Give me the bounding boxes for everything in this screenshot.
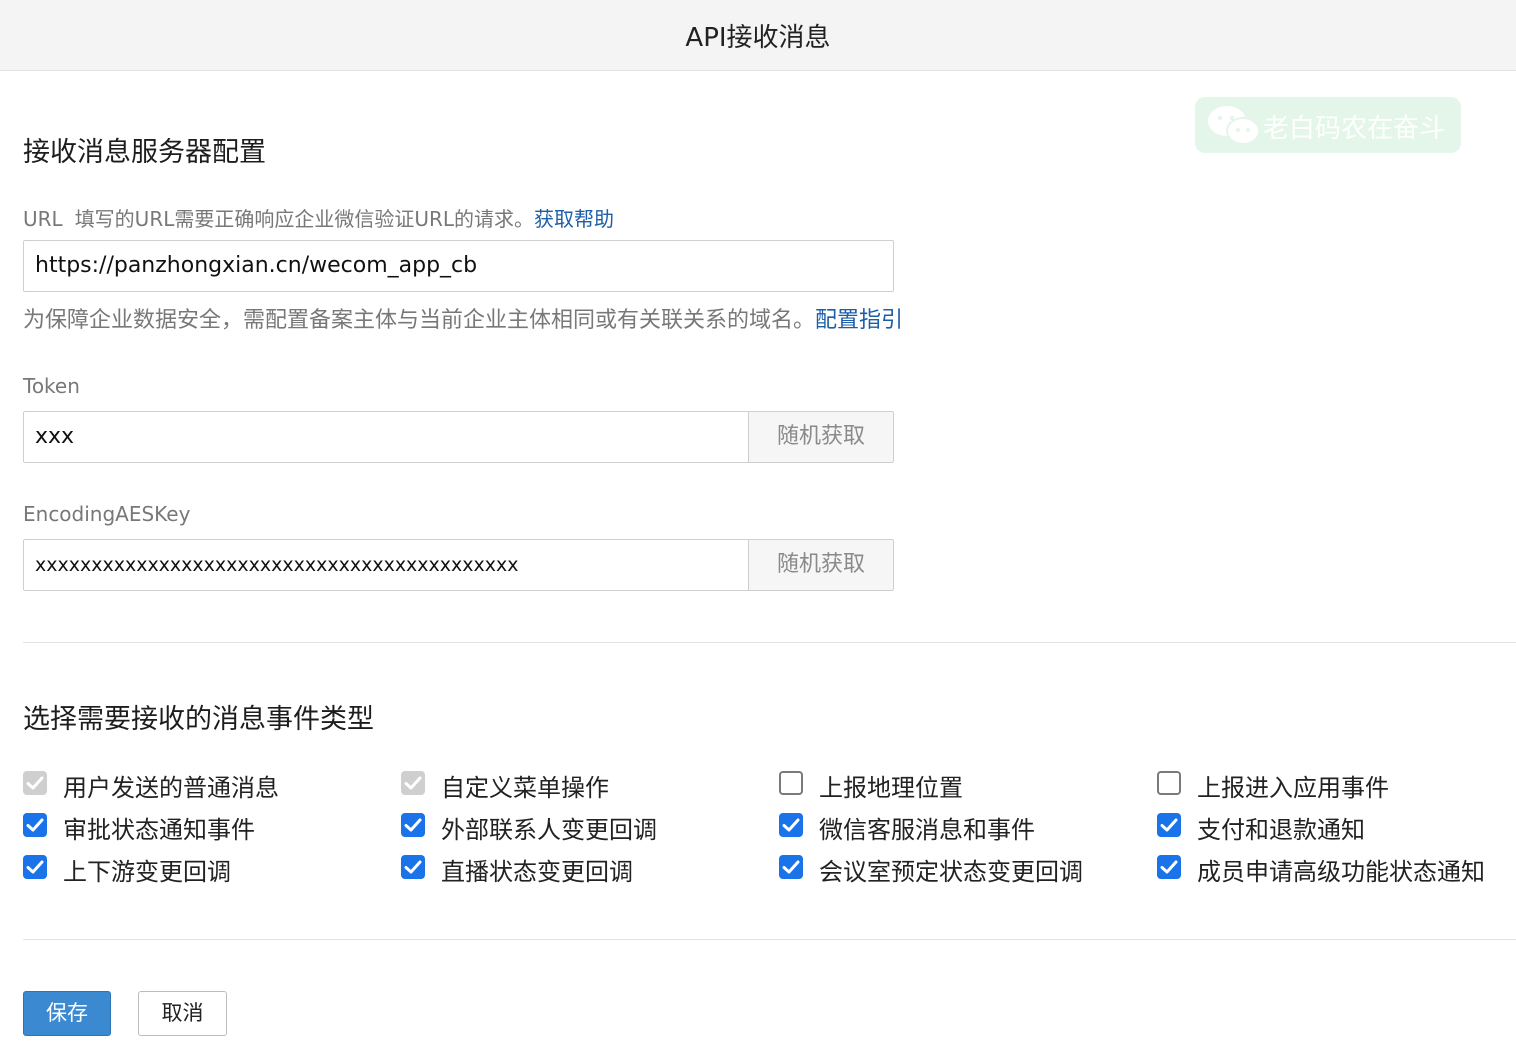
checkbox-unchecked[interactable] xyxy=(779,771,803,795)
domain-note: 为保障企业数据安全，需配置备案主体与当前企业主体相同或有关联关系的域名。配置指引 xyxy=(23,302,903,334)
event-checkbox-label: 上下游变更回调 xyxy=(63,858,231,886)
checkmark-icon xyxy=(782,818,800,832)
event-checkbox-label: 直播状态变更回调 xyxy=(441,858,633,886)
checkbox-checked[interactable] xyxy=(779,855,803,879)
checkmark-icon xyxy=(26,860,44,874)
url-label-row: URL 填写的URL需要正确响应企业微信验证URL的请求。获取帮助 xyxy=(23,203,614,232)
event-checkbox-label: 上报地理位置 xyxy=(819,774,963,802)
save-button[interactable]: 保存 xyxy=(23,991,111,1036)
event-checkbox-label: 审批状态通知事件 xyxy=(63,816,255,844)
url-input[interactable]: https://panzhongxian.cn/wecom_app_cb xyxy=(23,240,894,292)
checkbox-checked[interactable] xyxy=(779,813,803,837)
help-link[interactable]: 获取帮助 xyxy=(534,207,614,231)
url-input-value: https://panzhongxian.cn/wecom_app_cb xyxy=(35,253,478,278)
checkmark-icon xyxy=(404,776,422,790)
checkbox-checked[interactable] xyxy=(23,855,47,879)
checkmark-icon xyxy=(26,818,44,832)
checkbox-checked[interactable] xyxy=(1157,813,1181,837)
checkmark-icon xyxy=(1160,860,1178,874)
server-config-title: 接收消息服务器配置 xyxy=(23,137,266,168)
wechat-icon xyxy=(1208,106,1260,145)
event-checkbox-label: 用户发送的普通消息 xyxy=(63,774,279,802)
checkmark-icon xyxy=(404,818,422,832)
token-random-button[interactable]: 随机获取 xyxy=(748,412,893,462)
watermark: 老白码农在奋斗 xyxy=(1195,97,1461,153)
checkbox-checked xyxy=(23,771,47,795)
aes-key-input-value: xxxxxxxxxxxxxxxxxxxxxxxxxxxxxxxxxxxxxxxx… xyxy=(35,554,519,576)
checkbox-checked[interactable] xyxy=(401,855,425,879)
checkmark-icon xyxy=(404,860,422,874)
url-hint: 填写的URL需要正确响应企业微信验证URL的请求。 xyxy=(74,207,535,231)
checkbox-checked[interactable] xyxy=(23,813,47,837)
checkbox-checked[interactable] xyxy=(1157,855,1181,879)
checkmark-icon xyxy=(782,860,800,874)
aes-key-input[interactable]: xxxxxxxxxxxxxxxxxxxxxxxxxxxxxxxxxxxxxxxx… xyxy=(23,539,894,591)
event-checkbox-label: 外部联系人变更回调 xyxy=(441,816,657,844)
event-checkbox-label: 微信客服消息和事件 xyxy=(819,816,1035,844)
checkbox-checked xyxy=(401,771,425,795)
divider xyxy=(23,642,1516,643)
aes-key-random-button[interactable]: 随机获取 xyxy=(748,540,893,590)
aes-key-label: EncodingAESKey xyxy=(23,502,191,526)
token-input[interactable]: xxx 随机获取 xyxy=(23,411,894,463)
domain-note-text: 为保障企业数据安全，需配置备案主体与当前企业主体相同或有关联关系的域名。 xyxy=(23,308,816,333)
checkbox-unchecked[interactable] xyxy=(1157,771,1181,795)
event-checkbox-label: 会议室预定状态变更回调 xyxy=(819,858,1083,886)
url-label: URL xyxy=(23,207,63,231)
checkmark-icon xyxy=(1160,818,1178,832)
event-checkbox-label: 上报进入应用事件 xyxy=(1197,774,1389,802)
checkbox-checked[interactable] xyxy=(401,813,425,837)
config-guide-link[interactable]: 配置指引 xyxy=(815,308,903,333)
title-bar: API接收消息 xyxy=(0,0,1516,71)
checkmark-icon xyxy=(26,776,44,790)
event-checkbox-label: 成员申请高级功能状态通知 xyxy=(1197,858,1485,886)
window-title: API接收消息 xyxy=(685,23,831,53)
event-checkbox-label: 自定义菜单操作 xyxy=(441,774,609,802)
divider xyxy=(23,939,1516,940)
event-checkbox-label: 支付和退款通知 xyxy=(1197,816,1365,844)
events-title: 选择需要接收的消息事件类型 xyxy=(23,704,374,735)
token-input-value: xxx xyxy=(35,424,75,449)
token-label: Token xyxy=(23,374,80,398)
cancel-button[interactable]: 取消 xyxy=(138,991,227,1036)
watermark-text: 老白码农在奋斗 xyxy=(1263,114,1446,144)
